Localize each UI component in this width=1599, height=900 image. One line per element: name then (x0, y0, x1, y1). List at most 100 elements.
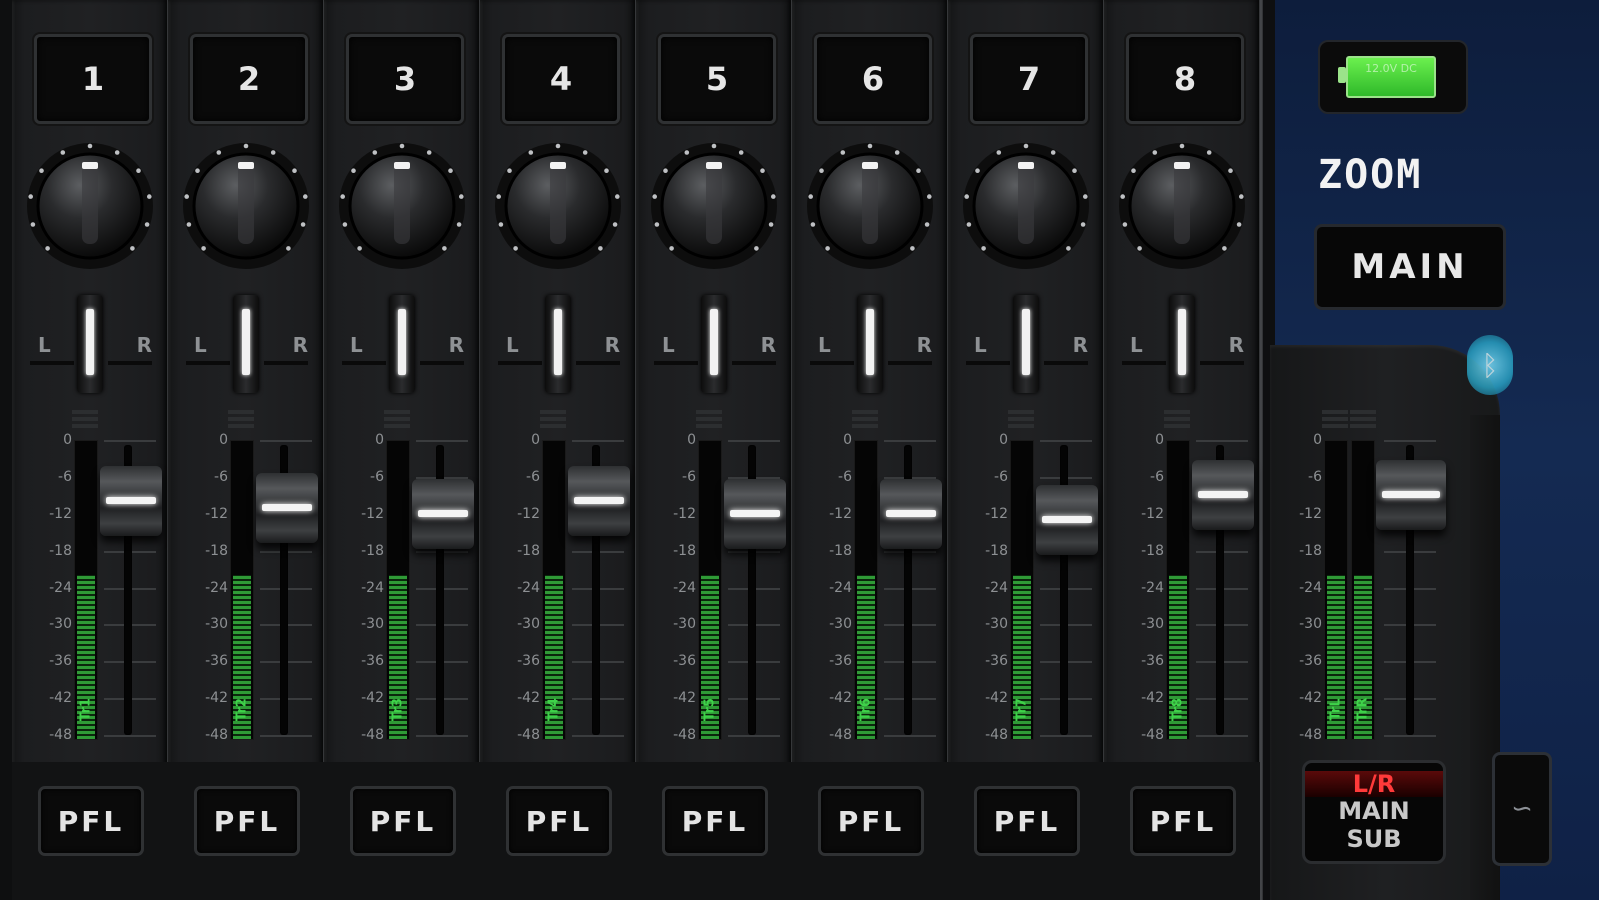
pan-knob-handle[interactable] (77, 295, 103, 393)
pan-track-right (108, 361, 152, 365)
meter-peak-indicator (852, 410, 878, 432)
pan-knob-handle[interactable] (1013, 295, 1039, 393)
db-scale-label: -12 (49, 505, 72, 522)
db-scale-label: -36 (1299, 653, 1322, 670)
pan-knob-handle[interactable] (857, 295, 883, 393)
db-scale-label: 0 (999, 432, 1008, 448)
db-scale-label: -6 (682, 468, 696, 485)
fader-scale-ticks (260, 0, 312, 737)
db-scale-label: -6 (58, 468, 72, 485)
master-level-meter: TrL (1324, 440, 1348, 740)
pfl-button[interactable]: PFL (974, 786, 1080, 856)
pan-track-left (30, 361, 74, 365)
pfl-button[interactable]: PFL (1130, 786, 1236, 856)
volume-fader[interactable] (724, 478, 786, 549)
db-scale-label: -36 (1141, 653, 1164, 670)
pan-track-left (654, 361, 698, 365)
db-scale-label: -18 (1141, 542, 1164, 559)
pan-knob-handle[interactable] (233, 295, 259, 393)
db-scale: 0 -6 -12 -18 -24 -30 -36 -42 -48 (792, 0, 852, 743)
master-volume-fader[interactable] (1376, 460, 1446, 531)
db-scale-label: -42 (673, 690, 696, 707)
pfl-button[interactable]: PFL (662, 786, 768, 856)
volume-fader[interactable] (256, 472, 318, 543)
volume-fader[interactable] (100, 466, 162, 537)
track-label: TrL (1328, 698, 1344, 721)
pan-left-label: L (818, 333, 831, 357)
level-meter: Tr5 (698, 440, 722, 740)
db-scale-label: -48 (205, 727, 228, 743)
db-scale-label: -42 (49, 690, 72, 707)
db-scale-label: -48 (985, 727, 1008, 743)
pan-right-label: R (1072, 333, 1088, 357)
db-scale-label: -42 (205, 690, 228, 707)
volume-fader[interactable] (568, 466, 630, 537)
db-scale-label: -42 (829, 690, 852, 707)
db-scale-label: -42 (1299, 690, 1322, 707)
wave-icon[interactable]: ∽ (1492, 752, 1552, 866)
pan-knob-handle[interactable] (1169, 295, 1195, 393)
volume-fader[interactable] (412, 478, 474, 549)
channel-strip-4: 4 L R 0 -6 -12 -18 -24 -30 -36 -42 -48 Tr4 PFL (480, 0, 639, 900)
level-meter: Tr1 (74, 440, 98, 740)
db-scale-label: -6 (214, 468, 228, 485)
db-scale-label: -48 (829, 727, 852, 743)
volume-fader[interactable] (1036, 484, 1098, 555)
db-scale: 0 -6 -12 -18 -24 -30 -36 -42 -48 (168, 0, 228, 743)
level-meter: Tr3 (386, 440, 410, 740)
db-scale-label: -30 (673, 616, 696, 633)
db-scale: 0 -6 -12 -18 -24 -30 -36 -42 -48 (636, 0, 696, 743)
db-scale-label: -30 (829, 616, 852, 633)
db-scale-label: -18 (205, 542, 228, 559)
level-meter: Tr6 (854, 440, 878, 740)
pan-left-label: L (1130, 333, 1143, 357)
db-scale-label: 0 (375, 432, 384, 448)
pan-track-right (264, 361, 308, 365)
db-scale-label: -36 (829, 653, 852, 670)
volume-fader[interactable] (880, 478, 942, 549)
fader-scale-ticks (728, 0, 780, 737)
pan-left-label: L (662, 333, 675, 357)
master-meter-section: 0 -6 -12 -18 -24 -30 -36 -42 -48 TrL TrR (1262, 0, 1482, 900)
track-label: Tr4 (546, 698, 562, 721)
pfl-button[interactable]: PFL (38, 786, 144, 856)
db-scale: 0 -6 -12 -18 -24 -30 -36 -42 -48 (1104, 0, 1164, 743)
pan-knob-handle[interactable] (701, 295, 727, 393)
pan-right-label: R (1228, 333, 1244, 357)
fader-scale-ticks (416, 0, 468, 737)
db-scale: 0 -6 -12 -18 -24 -30 -36 -42 -48 (1262, 0, 1322, 743)
pan-knob-handle[interactable] (389, 295, 415, 393)
track-label: Tr8 (1170, 698, 1186, 721)
db-scale-label: -12 (673, 505, 696, 522)
pan-right-label: R (448, 333, 464, 357)
db-scale-label: -36 (985, 653, 1008, 670)
pfl-area: PFL (12, 762, 168, 900)
pfl-button[interactable]: PFL (818, 786, 924, 856)
db-scale-label: -6 (838, 468, 852, 485)
db-scale-label: 0 (219, 432, 228, 448)
channel-strip-5: 5 L R 0 -6 -12 -18 -24 -30 -36 -42 -48 Tr5 PFL (636, 0, 795, 900)
db-scale-label: -12 (361, 505, 384, 522)
fader-scale-ticks (884, 0, 936, 737)
db-scale-label: -6 (370, 468, 384, 485)
db-scale-label: -12 (1299, 505, 1322, 522)
pan-right-label: R (292, 333, 308, 357)
level-meter: Tr2 (230, 440, 254, 740)
master-level-meter: TrR (1351, 440, 1375, 740)
db-scale-label: -30 (517, 616, 540, 633)
track-label: TrR (1355, 697, 1371, 722)
pan-track-right (1200, 361, 1244, 365)
pan-right-label: R (916, 333, 932, 357)
pfl-area: PFL (636, 762, 792, 900)
db-scale-label: -48 (517, 727, 540, 743)
pfl-button[interactable]: PFL (194, 786, 300, 856)
db-scale-label: -24 (205, 579, 228, 596)
db-scale-label: -24 (1141, 579, 1164, 596)
pfl-button[interactable]: PFL (350, 786, 456, 856)
db-scale-label: -12 (205, 505, 228, 522)
pfl-button[interactable]: PFL (506, 786, 612, 856)
pan-track-right (888, 361, 932, 365)
pfl-area: PFL (792, 762, 948, 900)
volume-fader[interactable] (1192, 460, 1254, 531)
pan-knob-handle[interactable] (545, 295, 571, 393)
